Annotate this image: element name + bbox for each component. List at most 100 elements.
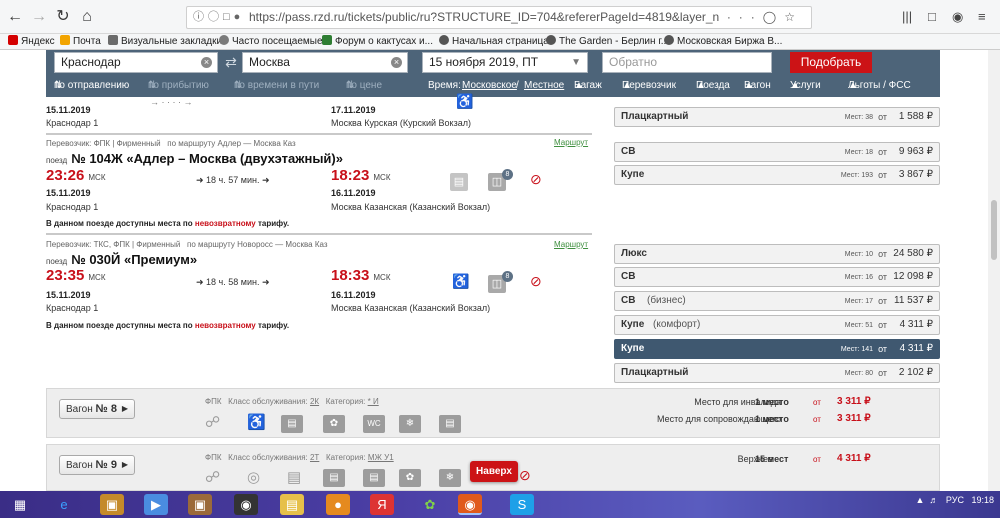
sort-price[interactable]: по цене ⇅	[346, 80, 382, 91]
filter-label: Вагон	[744, 80, 771, 91]
home-icon[interactable]: ⌂	[76, 7, 98, 27]
icq-icon[interactable]: ✿	[418, 494, 442, 515]
return-date-field[interactable]: Обратно	[602, 52, 772, 73]
time-moscow[interactable]: Московское	[462, 80, 517, 91]
car-option[interactable]: Плацкартный Мест: 80 от 2 102 ₽	[614, 363, 940, 383]
car-option[interactable]: Купе (комфорт) Мест: 51 от 4 311 ₽	[614, 315, 940, 335]
seat-price[interactable]: 3 311 ₽	[837, 396, 871, 407]
bookmark-cactus[interactable]: Форум о кактусах и...	[322, 35, 433, 49]
find-button[interactable]: Подобрать	[790, 52, 872, 73]
car-type: Купе	[621, 343, 645, 354]
menu-icon[interactable]: ≡	[978, 9, 986, 24]
calendar-icon[interactable]: ▼	[571, 53, 581, 72]
from-field[interactable]: Краснодар ×	[54, 52, 218, 73]
network-icon[interactable]: ▲	[915, 495, 924, 505]
route-link[interactable]: Маршрут	[554, 138, 588, 147]
clock[interactable]: 19:18	[971, 495, 994, 505]
app-icon[interactable]: ●	[326, 494, 350, 515]
category-value[interactable]: МЖ У1	[368, 453, 394, 462]
yandex-icon[interactable]: Я	[370, 494, 394, 515]
category-value[interactable]: * И	[368, 397, 379, 406]
filter-baggage[interactable]: Багаж ▲	[574, 80, 602, 91]
category-label: Категория:	[326, 453, 366, 462]
car-option[interactable]: СВ Мест: 16 от 12 098 ₽	[614, 267, 940, 287]
train-prefix: поезд	[46, 257, 68, 266]
filter-benefits[interactable]: Льготы / ФСС ▲	[848, 80, 911, 91]
bookmark-visual[interactable]: Визуальные закладки	[108, 35, 222, 49]
filter-car[interactable]: Вагон ▲	[744, 80, 771, 91]
windows-start-icon[interactable]: ▦	[8, 494, 32, 515]
bookmark-garden[interactable]: The Garden - Берлин г...	[546, 35, 669, 49]
car-option-selected[interactable]: Купе Мест: 141 от 4 311 ₽	[614, 339, 940, 359]
bookmark-moex[interactable]: Московская Биржа В...	[664, 35, 782, 49]
filter-trains[interactable]: Поезда ▲	[696, 80, 730, 91]
wagon-button[interactable]: Вагон № 8 ▶	[59, 399, 135, 419]
edge-browser-icon[interactable]: e	[52, 494, 76, 515]
car-option[interactable]: Плацкартный Мест: 38 от 1 588 ₽	[614, 107, 940, 127]
sort-arrival[interactable]: по прибытию ⇅	[148, 80, 209, 91]
site-info-icon[interactable]: ⓘ◯□●	[193, 7, 244, 28]
car-type: Купе	[621, 169, 645, 180]
wagon-number: № 9	[95, 459, 117, 471]
dining-icon: ☍	[205, 414, 221, 431]
bookmark-home[interactable]: Начальная страница	[439, 35, 549, 49]
account-icon[interactable]: ◉	[952, 9, 963, 25]
seat-price[interactable]: 4 311 ₽	[837, 453, 871, 464]
swap-icon[interactable]: ⇄	[220, 53, 242, 73]
scroll-top-button[interactable]: Наверх	[470, 461, 518, 482]
skype-icon[interactable]: S	[510, 494, 534, 515]
bookmark-yandex[interactable]: Яндекс	[8, 35, 55, 49]
keyboard-language[interactable]: РУС	[946, 495, 964, 505]
firefox-icon[interactable]: ◉	[458, 494, 482, 515]
back-arrow-icon[interactable]: ←	[4, 7, 26, 27]
sort-departure[interactable]: по отправлению ⇅	[54, 80, 129, 91]
seats-count: 10	[865, 251, 873, 258]
price-from: от	[813, 415, 821, 424]
scrollbar-thumb[interactable]	[991, 200, 997, 260]
to-field[interactable]: Москва ×	[242, 52, 408, 73]
sort-duration[interactable]: по времени в пути ⇅	[234, 80, 319, 91]
car-option[interactable]: Люкс Мест: 10 от 24 580 ₽	[614, 244, 940, 264]
app-icon[interactable]: ▣	[100, 494, 124, 515]
bookmark-frequent[interactable]: Часто посещаемые	[219, 35, 323, 49]
train-name[interactable]: № 104Ж «Адлер – Москва (двухэтажный)»	[71, 151, 343, 166]
library-icon[interactable]: |||	[902, 9, 912, 24]
note-text: В данном поезде доступны места по	[46, 321, 193, 330]
forward-arrow-icon[interactable]: →	[28, 7, 50, 27]
clear-icon[interactable]: ×	[391, 57, 402, 68]
seat-count: 1 место	[755, 397, 789, 407]
date-field[interactable]: 15 ноября 2019, ПТ ▼	[422, 52, 588, 73]
class-value[interactable]: 2Т	[310, 453, 319, 462]
route-label: по маршруту Адлер — Москва Каз	[167, 139, 296, 148]
time-local[interactable]: Местное	[524, 80, 564, 91]
briefcase-icon: ▤	[323, 469, 345, 487]
bookmark-mail[interactable]: Почта	[60, 35, 101, 49]
car-option[interactable]: Купе Мест: 193 от 3 867 ₽	[614, 165, 940, 185]
arr-station: Москва Казанская (Казанский Вокзал)	[331, 303, 491, 313]
seat-price[interactable]: 3 311 ₽	[837, 413, 871, 424]
bookmark-star-icon[interactable]: ···◯☆	[727, 7, 803, 28]
volume-icon[interactable]: ♬	[929, 495, 938, 505]
app-icon[interactable]: ▣	[188, 494, 212, 515]
sidebar-icon[interactable]: □	[928, 9, 936, 24]
note-highlight: невозвратному	[194, 321, 256, 330]
address-bar[interactable]: ⓘ◯□● https://pass.rzd.ru/tickets/public/…	[186, 6, 812, 29]
speaker-icon[interactable]: ◉	[234, 494, 258, 515]
car-option[interactable]: СВ Мест: 18 от 9 963 ₽	[614, 142, 940, 162]
car-option[interactable]: СВ (бизнес) Мест: 17 от 11 537 ₽	[614, 291, 940, 311]
media-player-icon[interactable]: ▶	[144, 494, 168, 515]
clear-icon[interactable]: ×	[201, 57, 212, 68]
wagon-button[interactable]: Вагон № 9 ▶	[59, 455, 135, 475]
folder-icon[interactable]: ▤	[280, 494, 304, 515]
train-name[interactable]: № 030Й «Премиум»	[71, 252, 197, 267]
accessible-icon: ♿	[456, 93, 474, 109]
filter-carrier[interactable]: Перевозчик ▲	[622, 80, 676, 91]
car-price: 11 537 ₽	[894, 295, 933, 306]
reload-icon[interactable]: ↻	[52, 7, 74, 27]
scrollbar[interactable]	[988, 50, 1000, 491]
briefcase-icon: ▤	[281, 415, 303, 433]
filter-services[interactable]: Услуги ▲	[790, 80, 821, 91]
class-value[interactable]: 2К	[310, 397, 319, 406]
url-text[interactable]: https://pass.rzd.ru/tickets/public/ru?ST…	[249, 7, 719, 28]
route-link[interactable]: Маршрут	[554, 240, 588, 249]
